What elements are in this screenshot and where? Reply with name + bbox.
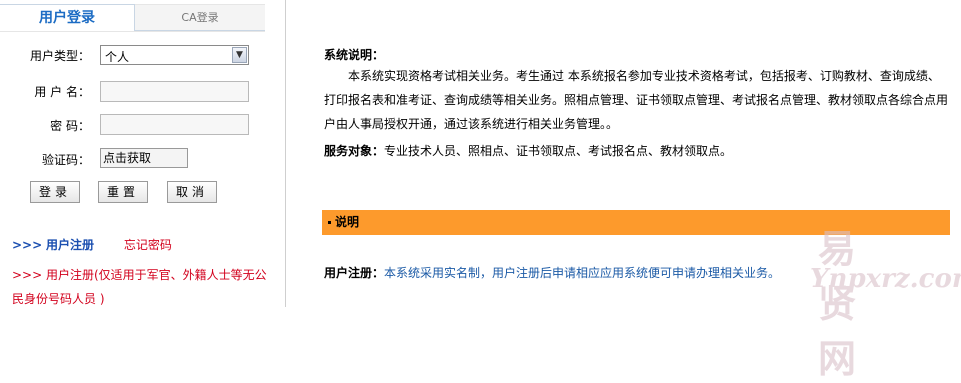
register-special-link[interactable]: 用户注册(仅适用于军官、外籍人士等无公民身份号码人员 ) xyxy=(12,268,267,306)
captcha-label: 验证码： xyxy=(41,153,90,167)
service-text: 专业技术人员、照相点、证书领取点、考试报名点、教材领取点。 xyxy=(384,144,733,158)
username-field[interactable] xyxy=(100,81,249,102)
login-button[interactable]: 登录 xyxy=(30,181,80,203)
captcha-field[interactable]: 点击获取 xyxy=(100,148,188,168)
reset-button[interactable]: 重置 xyxy=(98,181,148,203)
arrow-icon: >>> xyxy=(12,238,43,252)
password-field[interactable] xyxy=(100,114,249,135)
login-tabs: 用户登录 CA登录 xyxy=(0,4,265,31)
password-label: 密 码： xyxy=(50,119,90,133)
system-description-title: 系统说明： xyxy=(324,48,385,62)
tab-ca-login[interactable]: CA登录 xyxy=(135,4,265,31)
register-links: >>> 用户注册 忘记密码 xyxy=(12,236,172,253)
login-panel: 用户登录 CA登录 用户类型： 个人 ▼ 用 户 名： 密 码： 验证码： 点击… xyxy=(0,0,286,307)
section-title: 说明 xyxy=(335,215,360,229)
username-label: 用 户 名： xyxy=(34,85,90,99)
registration-label: 用户注册： xyxy=(324,266,385,280)
user-type-value: 个人 xyxy=(105,50,130,64)
service-label: 服务对象： xyxy=(324,144,385,158)
service-target: 服务对象：专业技术人员、照相点、证书领取点、考试报名点、教材领取点。 xyxy=(324,142,732,159)
watermark-logo-text: 易贤网 xyxy=(818,227,861,381)
forgot-password-link[interactable]: 忘记密码 xyxy=(124,238,172,252)
arrow-icon: >>> xyxy=(12,268,43,282)
tab-user-login[interactable]: 用户登录 xyxy=(0,4,135,31)
registration-text: 本系统采用实名制，用户注册后申请相应应用系统便可申请办理相关业务。 xyxy=(384,266,781,280)
tab-divider xyxy=(0,31,265,32)
registration-note: 用户注册：本系统采用实名制，用户注册后申请相应应用系统便可申请办理相关业务。 xyxy=(324,264,780,281)
system-description-text: 本系统实现资格考试相关业务。考生通过 本系统报名参加专业技术资格考试，包括报考、… xyxy=(324,69,949,131)
watermark-url: Ynpxrz.com xyxy=(810,264,961,294)
user-type-select[interactable]: 个人 ▼ xyxy=(100,45,249,65)
cancel-button[interactable]: 取消 xyxy=(167,181,217,203)
bullet-icon xyxy=(328,221,331,224)
register-special: >>> 用户注册(仅适用于军官、外籍人士等无公民身份号码人员 ) xyxy=(12,263,274,311)
chevron-down-icon[interactable]: ▼ xyxy=(232,47,247,63)
register-link[interactable]: 用户注册 xyxy=(46,238,94,252)
user-type-label: 用户类型： xyxy=(29,49,90,63)
